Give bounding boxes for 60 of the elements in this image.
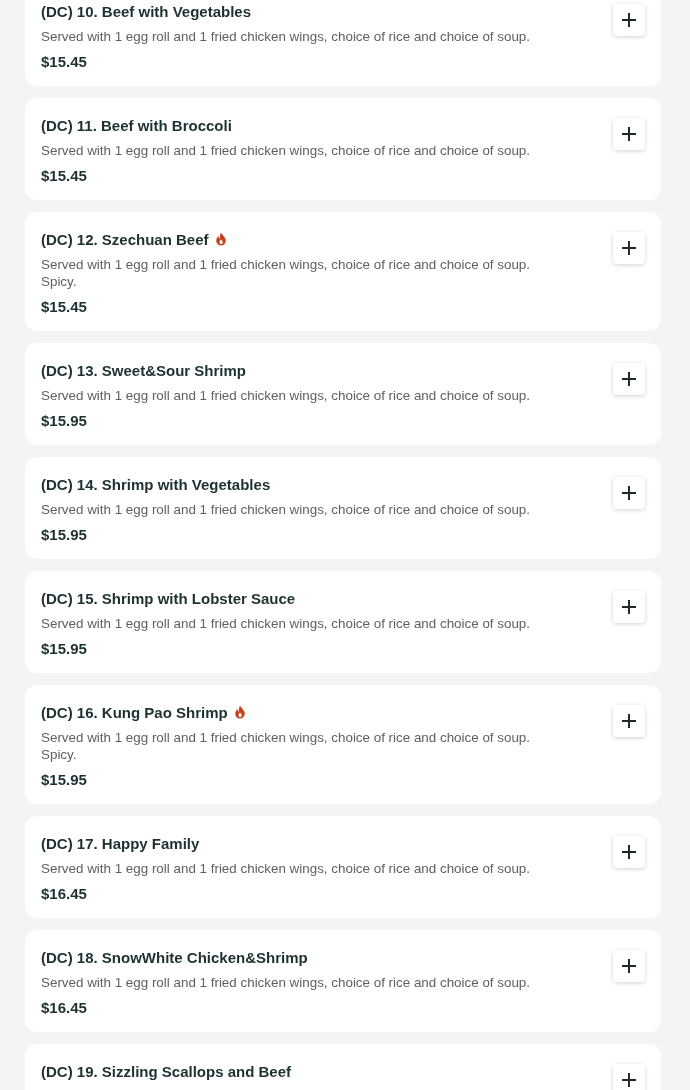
add-button[interactable]: [613, 363, 645, 395]
plus-icon: [621, 126, 637, 142]
item-price: $15.95: [41, 771, 88, 788]
item-name: (DC) 14. Shrimp with Vegetables: [41, 475, 271, 493]
item-name: (DC) 15. Shrimp with Lobster Sauce: [41, 589, 296, 607]
item-description: Served with 1 egg roll and 1 fried chicken wings, choice of rice and choice of soup.: [41, 28, 532, 45]
plus-icon: [621, 240, 637, 256]
flame-icon: [233, 705, 246, 719]
item-price: $15.95: [41, 526, 88, 543]
menu-item-card[interactable]: (DC) 13. Sweet&Sour Shrimp Served with 1 egg roll and 1 fried chicken wings, choice of rice and choice of soup. $15.95: [25, 343, 661, 445]
menu-item-card[interactable]: (DC) 14. Shrimp with Vegetables Served with 1 egg roll and 1 fried chicken wings, choice of rice and choice of soup. $15.95: [25, 457, 661, 559]
item-price: $15.45: [41, 53, 88, 70]
add-button[interactable]: [613, 1064, 645, 1090]
menu-item-card[interactable]: (DC) 10. Beef with Vegetables Served with 1 egg roll and 1 fried chicken wings, choice of rice and choice of soup. $15.45: [25, 0, 661, 86]
item-price: $16.45: [41, 885, 88, 902]
item-price: $15.95: [41, 412, 88, 429]
plus-icon: [621, 1072, 637, 1088]
menu-item-card[interactable]: (DC) 18. SnowWhite Chicken&Shrimp Served with 1 egg roll and 1 fried chicken wings, choice of rice and choice of soup. $16.45: [25, 930, 661, 1032]
item-description: Served with 1 egg roll and 1 fried chicken wings, choice of rice and choice of soup.: [41, 387, 532, 404]
add-button[interactable]: [613, 477, 645, 509]
item-description: Served with 1 egg roll and 1 fried chicken wings, choice of rice and choice of soup.: [41, 615, 532, 632]
item-name: (DC) 18. SnowWhite Chicken&Shrimp: [41, 948, 308, 966]
menu-item-card[interactable]: (DC) 11. Beef with Broccoli Served with 1 egg roll and 1 fried chicken wings, choice of rice and choice of soup. $15.45: [25, 98, 661, 200]
add-button[interactable]: [613, 950, 645, 982]
plus-icon: [621, 599, 637, 615]
menu-item-card[interactable]: (DC) 15. Shrimp with Lobster Sauce Served with 1 egg roll and 1 fried chicken wings, choice of rice and choice of soup. $15.95: [25, 571, 661, 673]
item-description: Served with 1 egg roll and 1 fried chicken wings, choice of rice and choice of soup.: [41, 860, 532, 877]
add-button[interactable]: [613, 591, 645, 623]
plus-icon: [621, 12, 637, 28]
item-price: $16.45: [41, 999, 88, 1016]
item-price: $15.45: [41, 298, 88, 315]
add-button[interactable]: [613, 4, 645, 36]
item-description: Served with 1 egg roll and 1 fried chicken wings, choice of rice and choice of soup.: [41, 974, 532, 991]
add-button[interactable]: [613, 232, 645, 264]
item-name: (DC) 17. Happy Family: [41, 834, 200, 852]
plus-icon: [621, 844, 637, 860]
item-description: Served with 1 egg roll and 1 fried chicken wings, choice of rice and choice of soup. Spicy.: [41, 256, 532, 290]
item-description: Served with 1 egg roll and 1 fried chicken wings, choice of rice and choice of soup.: [41, 142, 532, 159]
item-name: (DC) 10. Beef with Vegetables: [41, 2, 252, 20]
item-name: (DC) 13. Sweet&Sour Shrimp: [41, 361, 247, 379]
flame-icon: [214, 232, 227, 246]
add-button[interactable]: [613, 118, 645, 150]
plus-icon: [621, 485, 637, 501]
menu-item-card[interactable]: (DC) 12. Szechuan Beef Served with 1 egg roll and 1 fried chicken wings, choice of rice and choice of soup. Spicy. $15.45: [25, 212, 661, 331]
menu-item-card[interactable]: (DC) 17. Happy Family Served with 1 egg roll and 1 fried chicken wings, choice of rice and choice of soup. $16.45: [25, 816, 661, 918]
add-button[interactable]: [613, 705, 645, 737]
add-button[interactable]: [613, 836, 645, 868]
plus-icon: [621, 958, 637, 974]
item-name: (DC) 16. Kung Pao Shrimp: [41, 703, 228, 721]
item-price: $15.95: [41, 640, 88, 657]
item-name: (DC) 19. Sizzling Scallops and Beef: [41, 1062, 292, 1080]
item-description: Served with 1 egg roll and 1 fried chicken wings, choice of rice and choice of soup. Spicy.: [41, 729, 532, 763]
item-name: (DC) 11. Beef with Broccoli: [41, 116, 232, 134]
item-name: (DC) 12. Szechuan Beef: [41, 230, 209, 248]
menu-item-card[interactable]: (DC) 16. Kung Pao Shrimp Served with 1 egg roll and 1 fried chicken wings, choice of rice and choice of soup. Spicy. $15.95: [25, 685, 661, 804]
menu-item-card[interactable]: (DC) 19. Sizzling Scallops and Beef: [25, 1044, 661, 1090]
item-price: $15.45: [41, 167, 88, 184]
item-description: Served with 1 egg roll and 1 fried chicken wings, choice of rice and choice of soup.: [41, 501, 532, 518]
plus-icon: [621, 371, 637, 387]
plus-icon: [621, 713, 637, 729]
